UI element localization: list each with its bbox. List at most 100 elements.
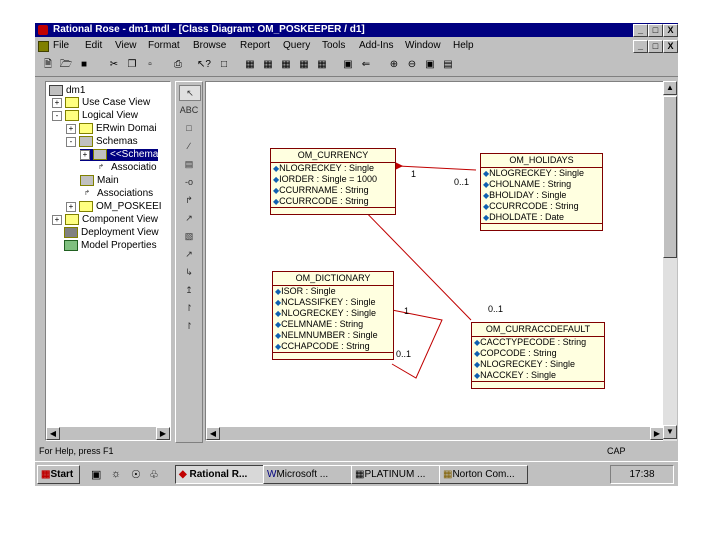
cut-icon[interactable]: ✂ <box>107 58 121 71</box>
relation-tool-icon[interactable]: ↾ <box>179 301 199 315</box>
doc-restore-button[interactable]: □ <box>648 40 663 53</box>
association-tool-icon[interactable]: ↱ <box>179 193 199 207</box>
window-title: Rational Rose - dm1.mdl - [Class Diagram… <box>53 24 365 35</box>
tree-item-logical-view[interactable]: - Logical View <box>52 110 138 122</box>
expand-icon[interactable]: + <box>66 123 76 134</box>
task-platinum[interactable]: ▦PLATINUM ... <box>351 465 440 484</box>
interface-tool-icon[interactable]: -o <box>179 175 199 189</box>
menu-browse[interactable]: Browse <box>193 38 226 53</box>
doc-close-button[interactable]: X <box>663 40 678 53</box>
scroll-down-icon[interactable]: ▼ <box>663 425 677 439</box>
collapse-icon[interactable]: - <box>66 136 76 147</box>
zoom-out-icon[interactable]: ⊖ <box>405 58 419 71</box>
selection-tool-icon[interactable]: ↖ <box>179 85 201 101</box>
task-norton-commander[interactable]: ▦Norton Com... <box>439 465 528 484</box>
dependency-tool-icon[interactable]: ↗ <box>179 247 199 261</box>
tree-item-om-poskeeper[interactable]: + OM_POSKEEI <box>66 201 162 213</box>
context-help-icon[interactable]: ↖? <box>197 58 211 71</box>
tree-horizontal-scrollbar[interactable]: ◀ ▶ <box>46 427 170 440</box>
expand-icon[interactable]: + <box>52 214 62 225</box>
print-icon[interactable]: ⎙ <box>171 58 185 71</box>
quicklaunch-channels-icon[interactable]: ♧ <box>149 468 159 481</box>
menu-tools[interactable]: Tools <box>322 38 345 53</box>
association-dictionary-self[interactable] <box>391 309 443 379</box>
class-tool-icon[interactable]: ▤ <box>179 157 199 171</box>
expand-icon[interactable]: + <box>80 149 90 160</box>
scroll-left-icon[interactable]: ◀ <box>206 427 220 440</box>
class-om-dictionary[interactable]: OM_DICTIONARY ◆ISOR : Single ◆NCLASSIFKE… <box>272 271 394 360</box>
anchor-note-tool-icon[interactable]: ∕ <box>179 139 199 153</box>
browse-interaction-icon[interactable]: ▦ <box>261 58 275 71</box>
copy-icon[interactable]: ❐ <box>125 58 139 71</box>
fit-in-window-icon[interactable]: ▣ <box>423 58 437 71</box>
menu-edit[interactable]: Edit <box>85 38 102 53</box>
save-icon[interactable]: ■ <box>77 58 91 71</box>
scroll-right-icon[interactable]: ▶ <box>650 427 664 440</box>
tree-item-deployment-view[interactable]: Deployment View <box>64 227 159 239</box>
task-microsoft[interactable]: WMicrosoft ... <box>263 465 352 484</box>
expand-icon[interactable]: + <box>66 201 76 212</box>
collapse-icon[interactable]: - <box>52 110 62 121</box>
undo-fit-icon[interactable]: ▤ <box>441 58 455 71</box>
class-om-holidays[interactable]: OM_HOLIDAYS ◆NLOGRECKEY : Single ◆CHOLNA… <box>480 153 603 231</box>
tree-item-main[interactable]: Main <box>80 175 119 187</box>
unidirectional-tool-icon[interactable]: ↗ <box>179 211 199 225</box>
scroll-left-icon[interactable]: ◀ <box>46 427 60 440</box>
role-tool-icon[interactable]: ↾ <box>179 319 199 333</box>
text-tool-icon[interactable]: ABC <box>179 103 199 117</box>
quicklaunch-outlook-icon[interactable]: ☼ <box>111 468 121 480</box>
browse-class-icon[interactable]: ▦ <box>243 58 257 71</box>
title-bar: Rational Rose - dm1.mdl - [Class Diagram… <box>35 23 678 37</box>
menu-view[interactable]: View <box>115 38 137 53</box>
association-currency-holidays[interactable] <box>397 165 477 171</box>
browse-parent-icon[interactable]: ▣ <box>341 58 355 71</box>
open-icon[interactable]: 🗁 <box>59 58 73 71</box>
scroll-thumb[interactable] <box>663 96 677 258</box>
browse-previous-icon[interactable]: ⇐ <box>359 58 373 71</box>
canvas-horizontal-scrollbar[interactable]: ◀ ▶ <box>206 427 664 440</box>
menu-report[interactable]: Report <box>240 38 270 53</box>
menu-query[interactable]: Query <box>283 38 310 53</box>
expand-icon[interactable]: + <box>52 97 62 108</box>
new-icon[interactable]: 🗎 <box>41 58 55 71</box>
maximize-button[interactable]: □ <box>648 24 663 37</box>
menu-file[interactable]: File <box>53 38 69 53</box>
note-tool-icon[interactable]: □ <box>179 121 199 135</box>
menu-window[interactable]: Window <box>405 38 441 53</box>
close-button[interactable]: X <box>663 24 678 37</box>
class-om-curraccdefault[interactable]: OM_CURRACCDEFAULT ◆CACCTYPECODE : String… <box>471 322 605 389</box>
task-rational-rose[interactable]: ◆ Rational R... <box>175 465 264 484</box>
package-tool-icon[interactable]: ▧ <box>179 229 199 243</box>
menu-help[interactable]: Help <box>453 38 474 53</box>
browse-state-icon[interactable]: ▦ <box>315 58 329 71</box>
tree-item-component-view[interactable]: + Component View <box>52 214 158 226</box>
tree-item-associations[interactable]: ↱ Associations <box>80 188 153 200</box>
window-icon[interactable]: □ <box>217 58 231 71</box>
diagram-canvas[interactable]: 1 0..1 0..1 1 0..1 OM_CURRENCY ◆NLOGRECK… <box>205 81 665 441</box>
quicklaunch-desktop-icon[interactable]: ▣ <box>91 468 101 481</box>
tree-item-schemas[interactable]: - Schemas <box>66 136 138 148</box>
realize-tool-icon[interactable]: ↥ <box>179 283 199 297</box>
tree-item-use-case-view[interactable]: + Use Case View <box>52 97 150 109</box>
menu-format[interactable]: Format <box>148 38 180 53</box>
tree-item-dm1[interactable]: dm1 <box>49 85 85 97</box>
minimize-button[interactable]: _ <box>633 24 648 37</box>
tree-item-associatio[interactable]: ↱ Associatio <box>94 162 157 174</box>
start-button[interactable]: ▦Start <box>37 465 80 484</box>
scroll-right-icon[interactable]: ▶ <box>156 427 170 440</box>
browse-component-icon[interactable]: ▦ <box>279 58 293 71</box>
rational-rose-icon: ◆ <box>179 469 187 480</box>
tree-item-erwin-domai[interactable]: + ERwin Domai <box>66 123 157 135</box>
tree-item-model-properties[interactable]: Model Properties <box>64 240 157 252</box>
browse-deployment-icon[interactable]: ▦ <box>297 58 311 71</box>
tree-item-schema[interactable]: + <<Schema <box>80 149 159 162</box>
quicklaunch-browser-icon[interactable]: ☉ <box>131 468 141 481</box>
generalization-tool-icon[interactable]: ↳ <box>179 265 199 279</box>
menu-addins[interactable]: Add-Ins <box>359 38 393 53</box>
class-om-currency[interactable]: OM_CURRENCY ◆NLOGRECKEY : Single ◆IORDER… <box>270 148 396 215</box>
scroll-up-icon[interactable]: ▲ <box>663 81 677 95</box>
doc-minimize-button[interactable]: _ <box>633 40 648 53</box>
canvas-vertical-scrollbar[interactable]: ▲ ▼ <box>663 81 677 441</box>
paste-icon[interactable]: ▫ <box>143 58 157 71</box>
zoom-in-icon[interactable]: ⊕ <box>387 58 401 71</box>
